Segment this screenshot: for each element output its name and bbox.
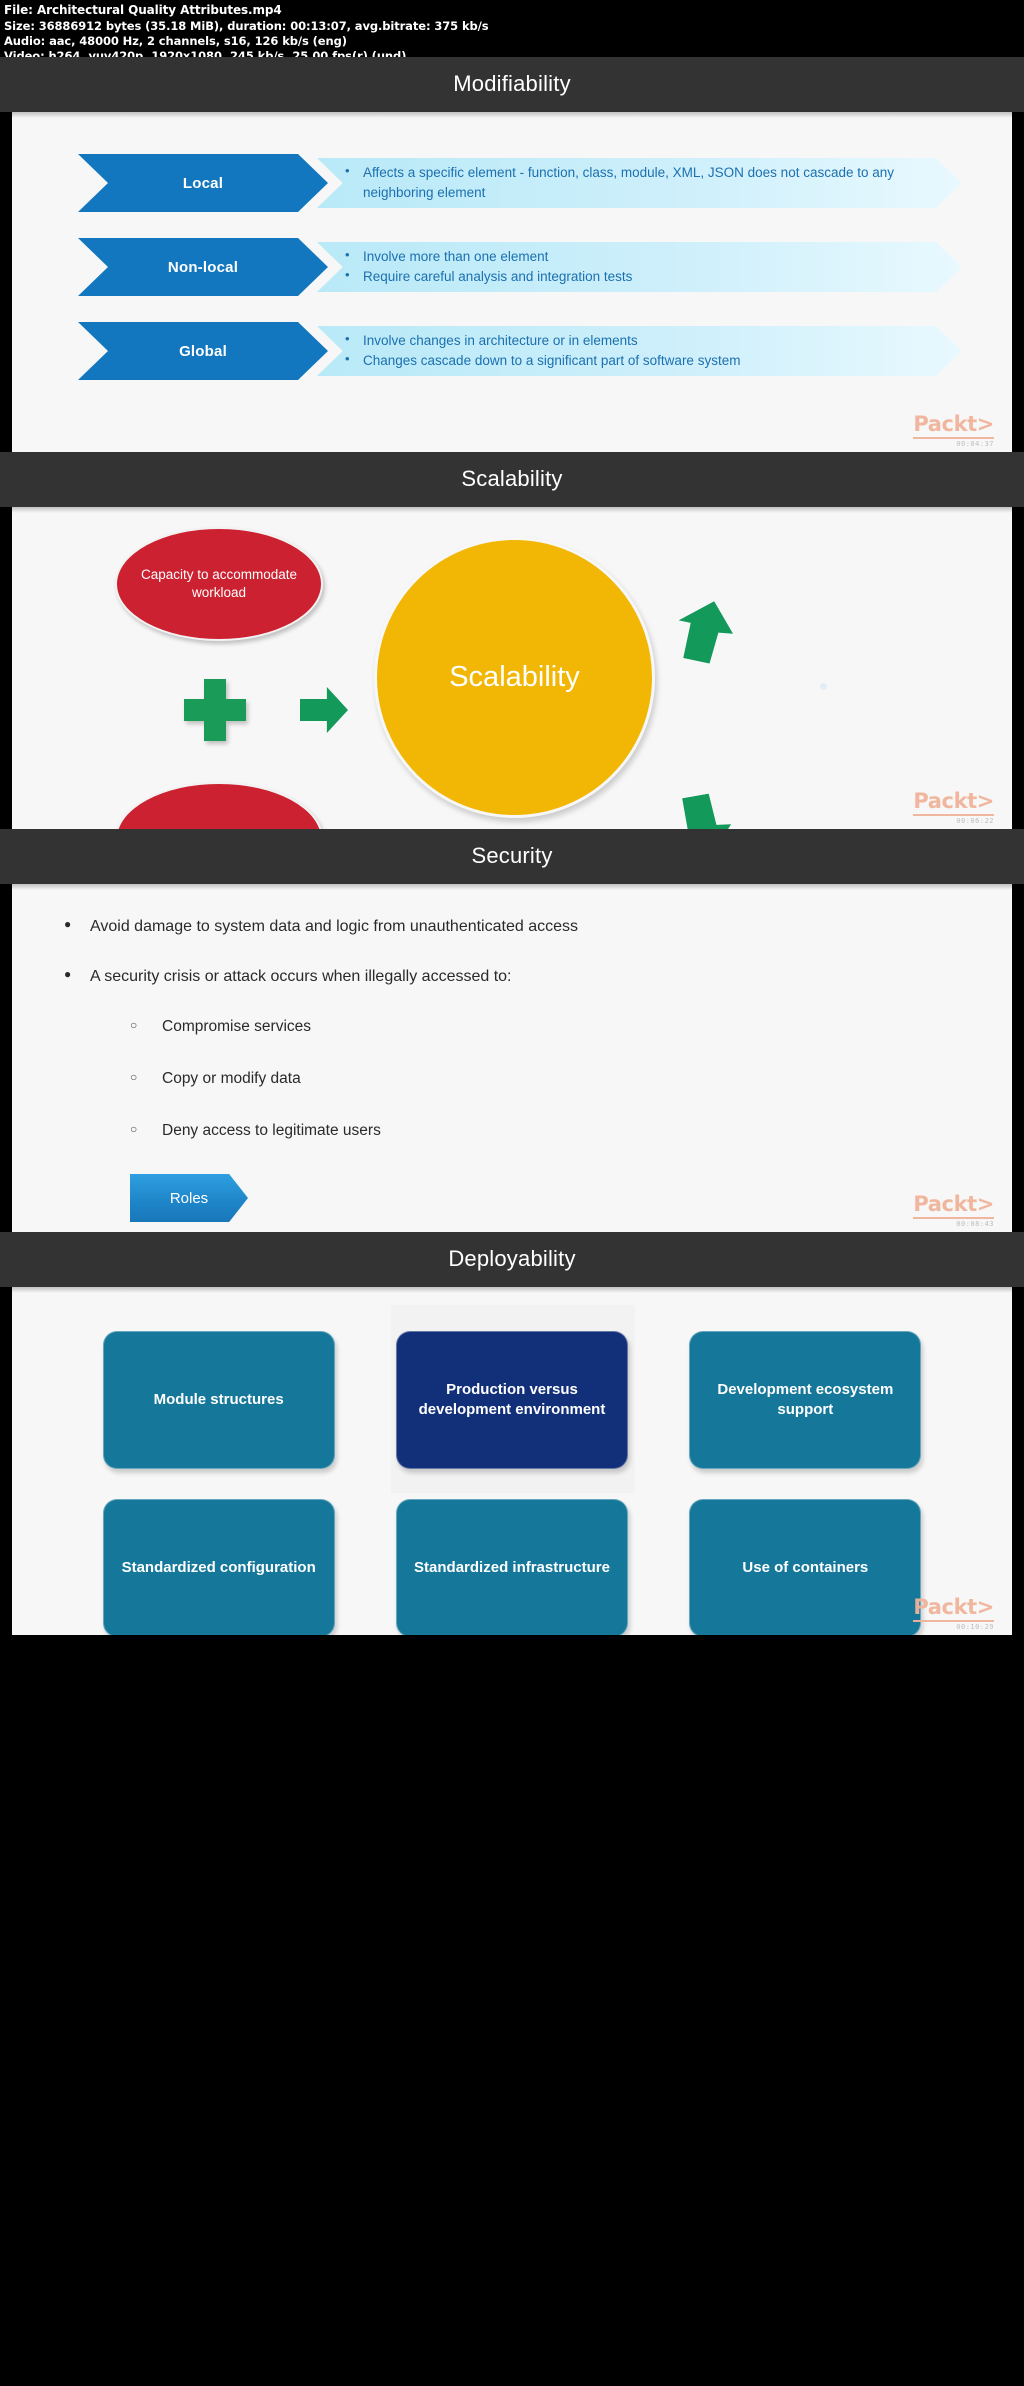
slide-title-deployability: Deployability: [0, 1232, 1024, 1287]
slide-scalability: Scalability Capacity to accommodate work…: [0, 452, 1024, 829]
grid-cell-highlighted: Production versus development environmen…: [387, 1305, 637, 1493]
sub-bullet-item: Copy or modify data: [52, 1070, 1012, 1088]
chevron-content-global: Involve changes in architecture or in el…: [317, 326, 962, 376]
media-info-audio-line: Audio: aac, 48000 Hz, 2 channels, s16, 1…: [4, 34, 347, 48]
thumbnail-sheet: File: Architectural Quality Attributes.m…: [0, 0, 1024, 1635]
packt-logo: Packt> 00:04:37: [913, 412, 994, 448]
frame-timestamp: 00:06:22: [956, 817, 994, 825]
media-info-size-line: Size: 36886912 bytes (35.18 MiB), durati…: [4, 18, 489, 33]
chevron-label-non-local: Non-local: [78, 238, 328, 296]
chevron-content-non-local: Involve more than one element Require ca…: [317, 242, 962, 292]
grid-cell: Development ecosystem support: [680, 1331, 930, 1469]
slide-body-modifiability: Local Affects a specific element - funct…: [0, 112, 1024, 452]
slide-body-scalability: Capacity to accommodate workload Scalabi…: [0, 507, 1024, 829]
bullet-item: Involve changes in architecture or in el…: [345, 330, 962, 351]
chevron-label-global: Global: [78, 322, 328, 380]
arrow-up-icon: [671, 595, 739, 667]
grid-cell: Module structures: [94, 1331, 344, 1469]
chevron-row-non-local: Non-local Involve more than one element …: [12, 238, 1012, 296]
chevron-label-roles: Roles: [130, 1174, 248, 1222]
media-info-header: File: Architectural Quality Attributes.m…: [0, 0, 1024, 57]
box-production-versus-development-environment: Production versus development environmen…: [395, 1331, 628, 1469]
bullet-item: Avoid damage to system data and logic fr…: [52, 917, 1012, 936]
chevron-label-local: Local: [78, 154, 328, 212]
sub-bullet-item: Deny access to legitimate users: [52, 1122, 1012, 1140]
slide-body-security: Avoid damage to system data and logic fr…: [0, 884, 1024, 1232]
bullet-item: A security crisis or attack occurs when …: [52, 967, 1012, 986]
deployability-grid: Module structures Production versus deve…: [12, 1287, 1012, 1635]
circle-scalability: Scalability: [374, 537, 655, 818]
packt-logo-text: Packt>: [913, 412, 994, 439]
bullet-item: Require careful analysis and integration…: [345, 266, 962, 287]
box-standardized-configuration: Standardized configuration: [102, 1499, 335, 1635]
grid-cell: Use of containers: [680, 1499, 930, 1635]
slide-modifiability: Modifiability Local Affects a specific e…: [0, 57, 1024, 452]
slide-title-security: Security: [0, 829, 1024, 884]
chevron-row-local: Local Affects a specific element - funct…: [12, 154, 1012, 212]
slide-title-modifiability: Modifiability: [0, 57, 1024, 112]
slide-body-deployability: Module structures Production versus deve…: [0, 1287, 1024, 1635]
box-use-of-containers: Use of containers: [689, 1499, 922, 1635]
chevron-content-local: Affects a specific element - function, c…: [317, 158, 962, 208]
arrow-right-icon: [300, 687, 348, 733]
media-info-file-line: File: Architectural Quality Attributes.m…: [4, 3, 282, 17]
box-standardized-infrastructure: Standardized infrastructure: [395, 1499, 628, 1635]
oval-capacity: Capacity to accommodate workload: [115, 527, 323, 641]
bullet-item: Affects a specific element - function, c…: [345, 162, 962, 202]
bullet-item: Changes cascade down to a significant pa…: [345, 350, 962, 371]
media-info-video-line: Video: h264, yuv420p, 1920x1080, 245 kb/…: [4, 49, 407, 57]
slide-title-scalability: Scalability: [0, 452, 1024, 507]
oval-performance: Performance in acceptable limits: [115, 782, 323, 829]
arrow-down-icon: [670, 791, 736, 829]
box-module-structures: Module structures: [102, 1331, 335, 1469]
chevron-row-global: Global Involve changes in architecture o…: [12, 322, 1012, 380]
scalability-diagram: Capacity to accommodate workload Scalabi…: [12, 507, 1012, 829]
box-development-ecosystem-support: Development ecosystem support: [689, 1331, 922, 1469]
slide-security: Security Avoid damage to system data and…: [0, 829, 1024, 1232]
decorative-dot: [820, 683, 827, 690]
grid-cell: Standardized configuration: [94, 1499, 344, 1635]
grid-cell: Standardized infrastructure: [387, 1499, 637, 1635]
slide-deployability: Deployability Module structures Producti…: [0, 1232, 1024, 1635]
frame-timestamp: 00:04:37: [956, 440, 994, 448]
sub-bullet-item: Compromise services: [52, 1018, 1012, 1036]
plus-icon: [184, 679, 246, 741]
security-bullet-list: Avoid damage to system data and logic fr…: [12, 884, 1012, 1222]
bullet-item: Involve more than one element: [345, 246, 962, 267]
